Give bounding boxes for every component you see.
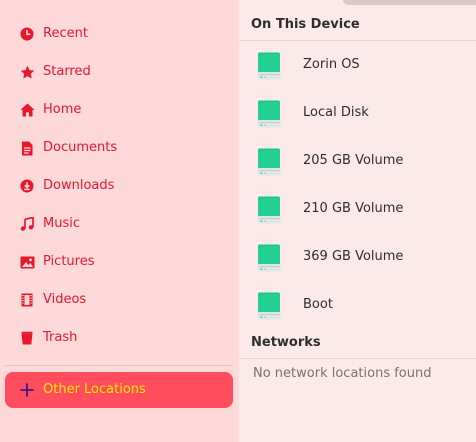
network-empty-note: No network locations found [253, 366, 432, 381]
sidebar-item-label: Downloads [43, 178, 115, 193]
device-row[interactable]: 205 GB Volume [239, 137, 476, 185]
sidebar-item-label: Documents [43, 140, 118, 155]
sidebar-item-label: Home [43, 102, 82, 117]
device-row[interactable]: Boot [239, 281, 476, 329]
device-label: 369 GB Volume [303, 249, 404, 264]
on-this-device-header: On This Device [251, 17, 360, 32]
sidebar-item-starred[interactable]: Starred [5, 54, 233, 90]
sidebar-item-recent[interactable]: Recent [5, 16, 233, 52]
device-row[interactable]: Local Disk [239, 89, 476, 137]
clock-icon [19, 26, 35, 42]
document-icon [19, 140, 35, 156]
sidebar-item-label: Videos [43, 292, 87, 307]
device-row[interactable]: 210 GB Volume [239, 185, 476, 233]
sidebar: Recent Starred Home Documents Downloads … [0, 0, 239, 442]
sidebar-separator [5, 365, 232, 366]
trash-icon [19, 330, 35, 346]
device-label: Local Disk [303, 105, 369, 120]
drive-icon [257, 292, 281, 320]
drive-icon [257, 196, 281, 224]
device-row[interactable]: 369 GB Volume [239, 233, 476, 281]
device-label: 210 GB Volume [303, 201, 404, 216]
sidebar-item-videos[interactable]: Videos [5, 282, 233, 318]
drive-icon [257, 244, 281, 272]
sidebar-item-label: Trash [43, 330, 78, 345]
sidebar-item-other-locations[interactable]: Other Locations [5, 372, 233, 408]
music-icon [19, 216, 35, 232]
device-label: Boot [303, 297, 333, 312]
section-divider [239, 358, 476, 359]
device-row[interactable]: Zorin OS [239, 41, 476, 89]
sidebar-item-label: Recent [43, 26, 88, 41]
video-icon [19, 292, 35, 308]
sidebar-item-pictures[interactable]: Pictures [5, 244, 233, 280]
sidebar-item-label: Other Locations [43, 382, 146, 397]
home-icon [19, 102, 35, 118]
sidebar-item-documents[interactable]: Documents [5, 130, 233, 166]
drive-icon [257, 100, 281, 128]
sidebar-item-trash[interactable]: Trash [5, 320, 233, 356]
star-icon [19, 64, 35, 80]
top-tab [343, 0, 476, 5]
sidebar-item-label: Starred [43, 64, 91, 79]
device-label: Zorin OS [303, 57, 360, 72]
networks-header: Networks [251, 335, 321, 350]
picture-icon [19, 254, 35, 270]
sidebar-item-downloads[interactable]: Downloads [5, 168, 233, 204]
device-label: 205 GB Volume [303, 153, 404, 168]
plus-icon [19, 382, 35, 398]
sidebar-item-label: Pictures [43, 254, 95, 269]
main-content: On This Device Zorin OS Local Disk 205 GB … [239, 0, 476, 442]
download-icon [19, 178, 35, 194]
sidebar-item-home[interactable]: Home [5, 92, 233, 128]
sidebar-item-music[interactable]: Music [5, 206, 233, 242]
sidebar-item-label: Music [43, 216, 80, 231]
drive-icon [257, 148, 281, 176]
drive-icon [257, 52, 281, 80]
